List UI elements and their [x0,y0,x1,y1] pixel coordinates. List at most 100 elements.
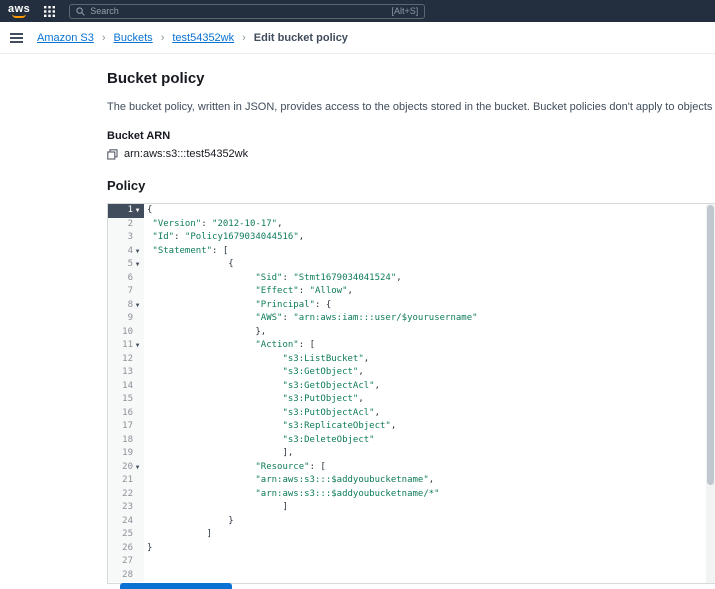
editor-line[interactable]: 19 ], [108,447,715,461]
line-number[interactable]: 22 [108,487,144,501]
editor-line[interactable]: 15 "s3:PutObject", [108,393,715,407]
code-text: "Effect": "Allow", [255,286,353,296]
editor-line[interactable]: 5 ▼ { [108,258,715,272]
fold-arrow-icon[interactable]: ▼ [133,339,142,353]
line-number[interactable]: 20 ▼ [108,460,144,475]
code-text: "arn:aws:s3:::$addyoubucketname", [255,475,435,485]
fold-arrow-icon[interactable]: ▼ [133,461,142,475]
fold-arrow-icon[interactable]: ▼ [133,204,142,218]
main-content: Bucket policy The bucket policy, written… [107,54,715,584]
search-icon [76,6,86,16]
editor-line[interactable]: 21 "arn:aws:s3:::$addyoubucketname", [108,474,715,488]
code-text: "s3:GetObject", [282,367,364,377]
editor-line[interactable]: 17 "s3:ReplicateObject", [108,420,715,434]
line-number[interactable]: 4 ▼ [108,244,144,259]
editor-line[interactable]: 1 ▼{ [108,204,715,218]
code-text: ] [147,529,213,539]
line-number[interactable]: 17 [108,420,144,434]
breadcrumb-current-page: Edit bucket policy [253,31,348,44]
services-grid-icon[interactable] [44,5,56,17]
copy-icon[interactable] [107,148,118,160]
page-title: Bucket policy [107,70,205,87]
editor-line[interactable]: 27 [108,555,715,569]
line-number[interactable]: 6 [108,271,144,285]
line-number[interactable]: 14 [108,379,144,393]
code-text: "s3:DeleteObject" [282,434,375,445]
code-text: "s3:ReplicateObject", [282,421,397,431]
code-text: "Statement": [ [152,245,229,256]
line-number[interactable]: 5 ▼ [108,258,144,272]
menu-icon[interactable] [10,32,23,43]
breadcrumb-separator: › [101,31,106,44]
code-text: "s3:PutObjectAcl", [282,407,381,418]
editor-line[interactable]: 23 ] [108,501,715,515]
editor-scrollbar-thumb[interactable] [707,205,714,486]
editor-line[interactable]: 6 "Sid": "Stmt1679034041524", [108,271,715,285]
editor-line[interactable]: 8 ▼ "Principal": { [108,298,715,313]
line-number[interactable]: 3 [108,231,144,245]
line-number[interactable]: 2 [108,217,144,231]
editor-line[interactable]: 9 "AWS": "arn:aws:iam:::user/$youruserna… [108,312,715,326]
line-number[interactable]: 15 [108,393,144,407]
code-text: "Resource": [ [255,461,326,472]
breadcrumb-bucket-name[interactable]: test54352wk [172,32,234,44]
line-number[interactable]: 28 [108,568,144,582]
editor-line[interactable]: 24 } [108,514,715,528]
breadcrumb-amazon-s3[interactable]: Amazon S3 [37,32,94,44]
code-text: ] [147,502,288,512]
editor-line[interactable]: 12 "s3:ListBucket", [108,352,715,366]
editor-line[interactable]: 14 "s3:GetObjectAcl", [108,379,715,393]
editor-line[interactable]: 22 "arn:aws:s3:::$addyoubucketname/*" [108,487,715,501]
line-number[interactable]: 11 ▼ [108,339,144,353]
editor-line[interactable]: 3 "Id": "Policy1679034044516", [108,231,715,245]
breadcrumb-buckets[interactable]: Buckets [114,32,153,44]
line-number[interactable]: 19 [108,447,144,461]
editor-line[interactable]: 18 "s3:DeleteObject" [108,433,715,447]
aws-logo[interactable]: aws [8,4,30,18]
primary-action-button[interactable] [120,583,232,589]
editor-line[interactable]: 7 "Effect": "Allow", [108,285,715,299]
editor-line[interactable]: 4 ▼ "Statement": [ [108,244,715,259]
editor-line[interactable]: 20 ▼ "Resource": [ [108,460,715,475]
line-number[interactable]: 9 [108,312,144,326]
line-number[interactable]: 13 [108,366,144,380]
code-text: } [147,542,153,553]
editor-line[interactable]: 10 }, [108,325,715,339]
line-number[interactable]: 21 [108,474,144,488]
line-number[interactable]: 23 [108,501,144,515]
line-number[interactable]: 1 ▼ [108,204,144,218]
line-number[interactable]: 7 [108,285,144,299]
breadcrumb: Amazon S3 › Buckets › test54352wk › Edit… [0,22,715,54]
line-number[interactable]: 16 [108,406,144,420]
editor-line[interactable]: 16 "s3:PutObjectAcl", [108,406,715,420]
editor-line[interactable]: 28 [108,568,715,582]
policy-editor[interactable]: 1 ▼{2 "Version": "2012-10-17", 3 "Id": "Po… [107,203,715,584]
search-placeholder: Search [90,6,119,16]
top-navigation-bar: aws Search [Alt+S] [0,0,715,22]
fold-arrow-icon[interactable]: ▼ [133,245,142,259]
code-text: ], [147,448,294,458]
line-number[interactable]: 27 [108,555,144,569]
editor-line[interactable]: 11 ▼ "Action": [ [108,339,715,353]
line-number[interactable]: 24 [108,514,144,528]
line-number[interactable]: 8 ▼ [108,298,144,313]
line-number[interactable]: 25 [108,528,144,542]
editor-scrollbar[interactable] [706,204,715,583]
bucket-arn-value: arn:aws:s3:::test54352wk [124,148,249,160]
editor-line[interactable]: 2 "Version": "2012-10-17", [108,217,715,231]
fold-arrow-icon[interactable]: ▼ [133,258,142,272]
search-input[interactable]: Search [Alt+S] [69,3,426,19]
editor-line[interactable]: 25 ] [108,528,715,542]
page: aws Search [Alt+S] Amazon S3 › Buckets ›… [0,0,715,589]
fold-arrow-icon[interactable]: ▼ [133,299,142,313]
policy-editor-lines: 1 ▼{2 "Version": "2012-10-17", 3 "Id": "Po… [108,204,715,582]
editor-line[interactable]: 13 "s3:GetObject", [108,366,715,380]
line-number[interactable]: 12 [108,352,144,366]
line-number[interactable]: 18 [108,433,144,447]
breadcrumb-separator: › [160,31,165,44]
line-number[interactable]: 10 [108,325,144,339]
code-text: "Version": "2012-10-17", [152,218,283,229]
policy-label: Policy [107,178,146,193]
line-number[interactable]: 26 [108,541,144,555]
editor-line[interactable]: 26 } [108,541,715,555]
